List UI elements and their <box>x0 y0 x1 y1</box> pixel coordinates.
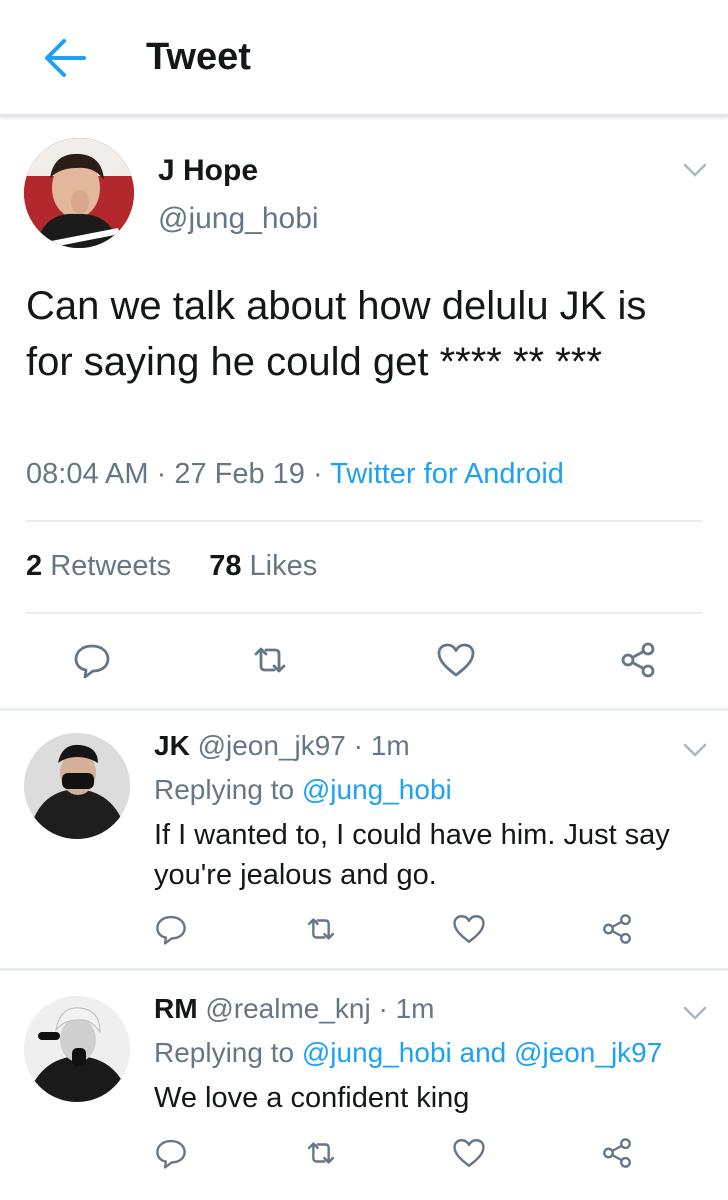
retweet-icon[interactable] <box>304 912 338 951</box>
divider <box>26 520 702 522</box>
reply-author-name[interactable]: JK <box>154 730 190 761</box>
reply-icon[interactable] <box>154 912 188 951</box>
reply-icon[interactable] <box>154 1136 188 1175</box>
reply-author-handle[interactable]: @jeon_jk97 <box>198 730 346 761</box>
reply-author-name[interactable]: RM <box>154 993 198 1024</box>
divider <box>0 968 728 971</box>
tweet-source-link[interactable]: Twitter for Android <box>330 458 564 490</box>
tweet-meta: 08:04 AM · 27 Feb 19 · Twitter for Andro… <box>26 458 564 490</box>
replying-to-link[interactable]: @jung_hobi and @jeon_jk97 <box>302 1037 662 1068</box>
reply-time: 1m <box>395 993 435 1024</box>
chevron-down-icon[interactable] <box>680 1003 710 1023</box>
author-handle[interactable]: @jung_hobi <box>158 202 319 236</box>
chevron-down-icon[interactable] <box>680 740 710 760</box>
avatar[interactable] <box>24 733 130 839</box>
back-arrow-icon[interactable] <box>40 33 90 83</box>
reply-text: If I wanted to, I could have him. Just s… <box>154 819 670 891</box>
page-title: Tweet <box>146 36 251 78</box>
avatar[interactable] <box>24 138 134 248</box>
chevron-down-icon[interactable] <box>680 160 710 180</box>
like-stat[interactable]: 78 Likes <box>209 550 317 582</box>
reply-author-handle[interactable]: @realme_knj <box>205 993 370 1024</box>
replying-to-link[interactable]: @jung_hobi <box>302 774 452 805</box>
like-icon[interactable] <box>452 912 486 951</box>
divider <box>26 612 702 614</box>
replying-to: Replying to @jung_hobi <box>154 774 452 805</box>
share-icon[interactable] <box>618 640 658 685</box>
tweet-time: 08:04 AM <box>26 458 149 490</box>
retweet-icon[interactable] <box>304 1136 338 1175</box>
reply-text: We love a confident king <box>154 1082 470 1114</box>
top-bar: Tweet <box>0 0 728 117</box>
like-icon[interactable] <box>452 1136 486 1175</box>
share-icon[interactable] <box>600 1136 634 1175</box>
reply-time: 1m <box>370 730 410 761</box>
author-name[interactable]: J Hope <box>158 154 258 188</box>
divider <box>0 708 728 711</box>
reply-header: JK @jeon_jk97 · 1m <box>154 730 410 761</box>
like-icon[interactable] <box>436 640 476 685</box>
replying-to: Replying to @jung_hobi and @jeon_jk97 <box>154 1037 663 1068</box>
reply-icon[interactable] <box>72 640 112 685</box>
tweet-stats: 2 Retweets 78 Likes <box>26 550 317 583</box>
retweet-stat[interactable]: 2 Retweets <box>26 550 171 582</box>
avatar[interactable] <box>24 996 130 1102</box>
retweet-icon[interactable] <box>250 640 290 685</box>
share-icon[interactable] <box>600 912 634 951</box>
tweet-text: Can we talk about how delulu JK is for s… <box>26 284 647 384</box>
tweet-date: 27 Feb 19 <box>174 458 305 490</box>
reply-header: RM @realme_knj · 1m <box>154 993 435 1024</box>
